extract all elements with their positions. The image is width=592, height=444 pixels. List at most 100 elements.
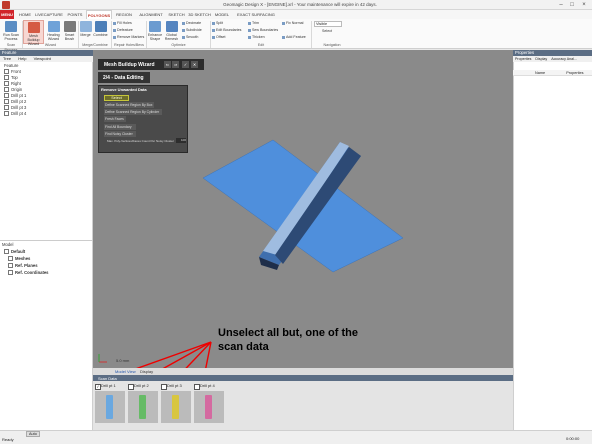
- drill-thumbnail-icon: [172, 395, 179, 419]
- offset-icon: [212, 35, 215, 39]
- enhance-shape-button[interactable]: Enhance Shape: [147, 20, 163, 44]
- fix-normal-icon: [282, 21, 285, 25]
- mesh-icon: [4, 105, 9, 111]
- tab-model-view[interactable]: Model View: [115, 369, 136, 374]
- defeature-button[interactable]: Defeature: [113, 28, 133, 33]
- model-item-default[interactable]: Default: [4, 249, 25, 255]
- global-remesh-button[interactable]: Global Remesh: [163, 20, 180, 44]
- wizard-cancel-button[interactable]: ✕: [191, 61, 198, 68]
- status-ready: Ready: [2, 437, 14, 442]
- tab-accuracy-analyzer[interactable]: Accuracy Anal...: [551, 57, 577, 61]
- split-button[interactable]: Split: [212, 21, 223, 26]
- remove-markers-icon: [113, 35, 116, 39]
- model-item-ref-coordinates[interactable]: Ref. Coordinates: [8, 270, 49, 276]
- tab-points[interactable]: POINTS: [66, 10, 84, 19]
- menu-button[interactable]: MENU: [0, 10, 14, 19]
- app-logo-icon[interactable]: [2, 1, 10, 9]
- maximize-button[interactable]: □: [567, 1, 577, 9]
- wizard-next-button[interactable]: ⇒: [172, 61, 179, 68]
- fill-holes-button[interactable]: Fill Holes: [113, 21, 132, 26]
- wizard-back-button[interactable]: ⇐: [164, 61, 171, 68]
- thicken-button[interactable]: Thicken: [248, 35, 265, 40]
- tab-properties[interactable]: Properties: [515, 57, 531, 61]
- define-region-box-button[interactable]: Define Scanned Region By Box: [104, 102, 154, 108]
- drill-thumbnail-icon: [205, 395, 212, 419]
- plane-icon: [4, 81, 9, 87]
- split-icon: [212, 21, 215, 25]
- group-label-optimize: Optimize: [171, 43, 186, 47]
- viewport-tabs: [93, 368, 513, 375]
- scan-item-1[interactable]: ✓ Drill pt 1: [95, 383, 127, 425]
- minimize-button[interactable]: –: [556, 1, 566, 9]
- subdivide-button[interactable]: Subdivide: [182, 28, 202, 33]
- selection-mode-dropdown[interactable]: Visible: [314, 21, 342, 27]
- tab-tree[interactable]: Tree: [3, 56, 11, 61]
- merge-button[interactable]: Merge: [79, 20, 92, 44]
- origin-icon: [4, 87, 9, 93]
- panel-divider: [0, 240, 93, 241]
- scan-process-button[interactable]: Run Scan Process: [1, 20, 21, 44]
- scan-thumbnail: [128, 391, 158, 423]
- wizard-title: Mesh Buildup Wizard: [104, 62, 155, 68]
- sew-boundaries-icon: [248, 28, 251, 32]
- tab-polygons[interactable]: POLYGONS: [86, 10, 112, 19]
- find-noisy-cluster-button[interactable]: Find Noisy Cluster: [104, 131, 136, 137]
- tab-region[interactable]: REGION: [114, 10, 134, 19]
- trim-button[interactable]: Trim: [248, 21, 259, 26]
- fix-normal-button[interactable]: Fix Normal: [282, 21, 303, 26]
- scan-item-label: Drill pt 1: [101, 383, 116, 388]
- scan-item-3[interactable]: Drill pt 3: [161, 383, 193, 425]
- wizard-select-button[interactable]: Select: [104, 95, 129, 101]
- tab-display-props[interactable]: Display: [535, 57, 547, 61]
- smooth-button[interactable]: Smooth: [182, 35, 198, 40]
- column-name: Name: [535, 71, 546, 75]
- tab-home[interactable]: HOME: [17, 10, 33, 19]
- healing-wizard-button[interactable]: Healing Wizard: [45, 20, 62, 44]
- tab-exact-surfacing[interactable]: EXACT SURFACING: [234, 10, 278, 19]
- status-auto[interactable]: Auto: [26, 431, 40, 437]
- decimate-icon: [182, 21, 185, 25]
- tab-livecapture[interactable]: LIVECAPTURE: [34, 10, 64, 19]
- smart-brush-button[interactable]: Smart Brush: [62, 20, 77, 44]
- fill-holes-icon: [113, 21, 116, 25]
- tab-display[interactable]: Display: [140, 369, 153, 374]
- remove-markers-button[interactable]: Remove Markers: [113, 35, 144, 40]
- tab-sketch[interactable]: SKETCH: [167, 10, 186, 19]
- tab-help[interactable]: Help: [18, 56, 26, 61]
- tray-title: Scan Data: [98, 376, 117, 381]
- combine-icon: [94, 21, 107, 32]
- mesh-icon: [4, 111, 9, 117]
- close-button[interactable]: ×: [579, 1, 589, 9]
- remesh-icon: [165, 21, 178, 32]
- scan-item-4[interactable]: Drill pt 4: [194, 383, 226, 425]
- mesh-buildup-icon: [27, 22, 40, 33]
- tab-alignment[interactable]: ALIGNMENT: [137, 10, 165, 19]
- max-cluster-input[interactable]: 100: [176, 138, 186, 143]
- scan-thumbnail: [95, 391, 125, 423]
- tab-viewpoint[interactable]: Viewpoint: [34, 56, 51, 61]
- add-feature-icon: [282, 35, 285, 39]
- select-button[interactable]: Select: [322, 29, 332, 34]
- brush-icon: [63, 21, 76, 32]
- tab-model[interactable]: MODEL: [213, 10, 231, 19]
- scan-item-label: Drill pt 2: [134, 383, 149, 388]
- edit-boundaries-button[interactable]: Edit Boundaries: [212, 28, 241, 33]
- scan-process-icon: [5, 21, 17, 32]
- sew-boundaries-button[interactable]: Sew Boundaries: [248, 28, 278, 33]
- fresh-faces-button[interactable]: Fresh Faces: [104, 116, 126, 122]
- tab-3d-sketch[interactable]: 3D SKETCH: [188, 10, 211, 19]
- model-item-ref-planes[interactable]: Ref. Planes: [8, 263, 38, 269]
- define-region-cylinder-button[interactable]: Define Scanned Region By Cylinder: [104, 109, 162, 115]
- drill-thumbnail-icon: [106, 395, 113, 419]
- add-feature-button[interactable]: Add Feature: [282, 35, 306, 40]
- wizard-ok-button[interactable]: ✓: [182, 61, 189, 68]
- tree-item-drill-4[interactable]: Drill pt 4: [4, 111, 26, 117]
- mesh-buildup-wizard-button[interactable]: Mesh Buildup Wizard: [23, 20, 44, 46]
- model-item-meshes[interactable]: Meshes: [8, 256, 30, 262]
- decimate-button[interactable]: Decimate: [182, 21, 201, 26]
- offset-button[interactable]: Offset: [212, 35, 226, 40]
- find-all-boundary-button[interactable]: Find All Boundary: [104, 124, 136, 130]
- scan-item-2[interactable]: Drill pt 2: [128, 383, 160, 425]
- edit-boundaries-icon: [212, 28, 215, 32]
- combine-button[interactable]: Combine: [92, 20, 109, 44]
